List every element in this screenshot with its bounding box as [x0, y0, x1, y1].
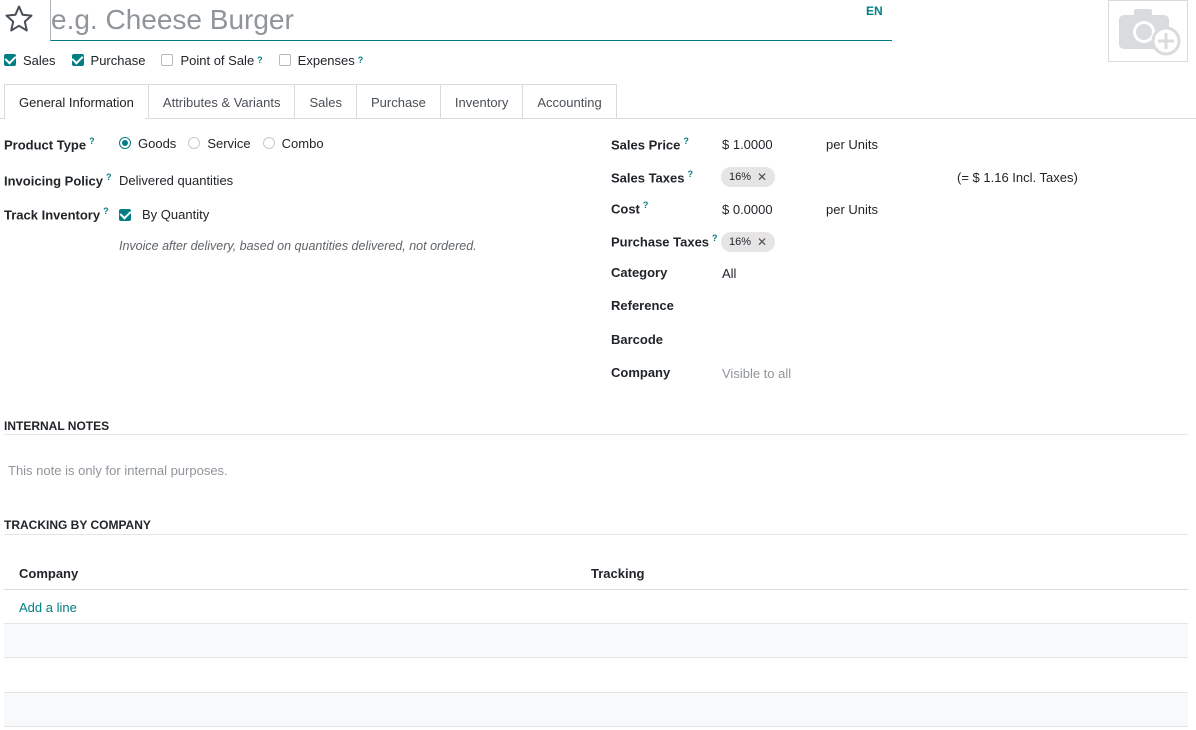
- language-button[interactable]: EN: [866, 4, 883, 18]
- product-options-row: Sales Purchase Point of Sale ? Expenses …: [4, 50, 379, 70]
- service-radio[interactable]: [188, 136, 201, 149]
- tabs-divider: [145, 118, 1196, 119]
- notes-divider: [4, 434, 1188, 435]
- camera-plus-icon: [1119, 9, 1181, 56]
- category-label: Category: [611, 265, 668, 280]
- product-type-radio-group: Goods Service Combo: [119, 136, 336, 151]
- company-label: Company: [611, 365, 671, 380]
- help-icon[interactable]: ?: [712, 233, 718, 243]
- point-of-sale-checkbox[interactable]: [161, 54, 174, 66]
- expenses-checkbox[interactable]: [278, 54, 291, 66]
- help-icon[interactable]: ?: [257, 55, 263, 65]
- help-icon[interactable]: ?: [683, 136, 689, 146]
- help-icon[interactable]: ?: [643, 200, 649, 210]
- option-label: Sales: [23, 52, 56, 68]
- help-icon[interactable]: ?: [106, 172, 112, 182]
- cost-input[interactable]: $ 0.0000: [722, 202, 773, 217]
- internal-notes-editor[interactable]: This note is only for internal purposes.: [8, 463, 228, 478]
- invoicing-hint: Invoice after delivery, based on quantit…: [119, 239, 477, 253]
- product-type-service[interactable]: Service: [188, 136, 251, 151]
- column-header-tracking[interactable]: Tracking: [591, 566, 644, 581]
- favorite-star-icon[interactable]: [4, 4, 34, 34]
- remove-tag-icon[interactable]: ✕: [757, 170, 767, 184]
- sales-price-input[interactable]: $ 1.0000: [722, 137, 773, 152]
- notebook-tabs: General Information Attributes & Variant…: [4, 84, 617, 119]
- category-select[interactable]: All: [722, 266, 736, 281]
- table-row-divider: [4, 657, 1188, 658]
- help-icon[interactable]: ?: [358, 55, 364, 65]
- reference-label: Reference: [611, 298, 674, 313]
- option-label: Expenses: [297, 52, 355, 68]
- product-type-combo[interactable]: Combo: [262, 136, 324, 151]
- barcode-label: Barcode: [611, 332, 664, 347]
- tab-accounting[interactable]: Accounting: [522, 84, 617, 119]
- internal-notes-title: INTERNAL NOTES: [4, 419, 110, 433]
- help-icon[interactable]: ?: [89, 136, 95, 146]
- product-type-goods[interactable]: Goods: [119, 136, 176, 151]
- option-label: Point of Sale: [180, 52, 255, 68]
- tab-sales[interactable]: Sales: [294, 84, 357, 119]
- sales-taxes-label: Sales Taxes?: [611, 169, 693, 186]
- radio-label: Goods: [138, 136, 177, 151]
- combo-radio[interactable]: [262, 136, 275, 149]
- sales-price-label: Sales Price?: [611, 136, 689, 153]
- invoicing-policy-select[interactable]: Delivered quantities: [119, 173, 233, 188]
- track-by-select[interactable]: By Quantity: [142, 207, 209, 222]
- tabs-divider-left: [0, 118, 4, 119]
- help-icon[interactable]: ?: [103, 206, 109, 216]
- tab-inventory[interactable]: Inventory: [439, 84, 524, 119]
- sales-tax-tag: 16% ✕: [721, 167, 776, 187]
- help-icon[interactable]: ?: [687, 169, 693, 179]
- tag-label: 16%: [729, 236, 752, 248]
- tab-general-information[interactable]: General Information: [4, 84, 149, 119]
- sales-price-incl-taxes: (= $ 1.16 Incl. Taxes): [957, 170, 1078, 185]
- company-select[interactable]: Visible to all: [722, 366, 791, 381]
- sales-price-unit: per Units: [826, 137, 879, 152]
- tracking-divider: [4, 534, 1188, 535]
- table-row: [4, 624, 1188, 657]
- cost-label: Cost?: [611, 200, 649, 217]
- product-type-label: Product Type?: [4, 136, 95, 153]
- table-header-divider: [4, 589, 1188, 590]
- table-row-divider: [4, 726, 1188, 727]
- track-inventory-label: Track Inventory?: [4, 206, 109, 223]
- sales-checkbox[interactable]: [4, 54, 16, 66]
- tab-attributes-variants[interactable]: Attributes & Variants: [147, 84, 296, 119]
- purchase-checkbox[interactable]: [71, 54, 84, 66]
- option-point-of-sale[interactable]: Point of Sale ?: [161, 52, 263, 68]
- purchase-taxes-label: Purchase Taxes?: [611, 233, 718, 250]
- radio-label: Service: [207, 136, 251, 151]
- option-purchase[interactable]: Purchase: [71, 52, 146, 68]
- invoicing-policy-label: Invoicing Policy?: [4, 172, 112, 189]
- option-label: Purchase: [90, 52, 146, 68]
- purchase-tax-tag: 16% ✕: [721, 232, 776, 252]
- column-header-company[interactable]: Company: [19, 566, 78, 581]
- barcode-input[interactable]: [722, 329, 1182, 349]
- add-a-line-link[interactable]: Add a line: [19, 600, 77, 615]
- product-name-input[interactable]: [50, 0, 892, 41]
- option-expenses[interactable]: Expenses ?: [278, 52, 364, 68]
- tag-label: 16%: [729, 171, 752, 183]
- table-row: [4, 693, 1188, 726]
- radio-label: Combo: [281, 136, 324, 151]
- product-image-upload[interactable]: [1108, 0, 1188, 62]
- tracking-by-company-title: TRACKING BY COMPANY: [4, 518, 151, 532]
- track-inventory-field: By Quantity: [119, 207, 209, 222]
- option-sales[interactable]: Sales: [4, 53, 56, 68]
- track-inventory-checkbox[interactable]: [119, 208, 131, 221]
- reference-input[interactable]: [722, 295, 1182, 315]
- cost-unit: per Units: [826, 202, 879, 217]
- goods-radio[interactable]: [119, 136, 131, 149]
- remove-tag-icon[interactable]: ✕: [757, 235, 767, 249]
- tab-purchase[interactable]: Purchase: [355, 84, 441, 119]
